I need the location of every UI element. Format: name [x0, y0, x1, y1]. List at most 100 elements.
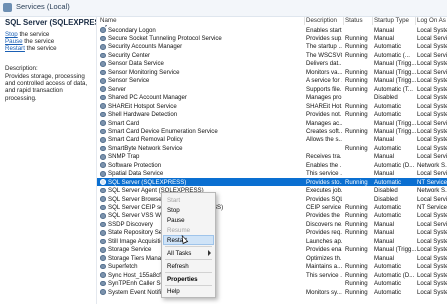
service-row[interactable]: State Repository Service Provides req... R… — [97, 229, 447, 237]
menu-item-resume[interactable]: Resume — [163, 225, 214, 235]
service-row[interactable]: Sensor Monitoring Service Monitors va... R… — [97, 68, 447, 76]
stop-service-link[interactable]: Stop — [5, 31, 18, 38]
service-row[interactable]: Security Accounts Manager The startup ...… — [97, 43, 447, 51]
service-row[interactable]: SQL Server BrowserProvides SQL...Disable… — [97, 195, 447, 203]
service-log-on-as: Local System — [417, 102, 447, 110]
service-log-on-as: NT Service\... — [417, 178, 447, 186]
selected-service-title: SQL Server (SQLEXPRESS) — [5, 18, 108, 27]
service-status: Running — [345, 288, 368, 296]
service-log-on-as: Local System — [417, 43, 447, 51]
menu-item-properties-label: Properties — [167, 275, 198, 283]
service-status: Running — [345, 271, 368, 279]
service-row[interactable]: Shared PC Account Manager Manages pro... D… — [97, 94, 447, 102]
service-row[interactable]: Smart Card Manages ac... Manual (Trigg... L… — [97, 119, 447, 127]
column-separator[interactable] — [415, 17, 416, 25]
service-description: CEIP service ... — [306, 204, 342, 212]
service-name: Security Center — [108, 51, 150, 59]
menu-item-stop[interactable]: Stop — [163, 205, 214, 215]
restart-service-link[interactable]: Restart — [5, 45, 25, 52]
service-startup-type: Manual (Trigg... — [374, 60, 416, 68]
service-log-on-as: Local System — [417, 212, 447, 220]
service-status: Running — [345, 263, 368, 271]
service-row[interactable]: Shell Hardware Detection Provides not... R… — [97, 111, 447, 119]
service-row[interactable]: SHAREit Hotspot Service SHAREit Hot...Run… — [97, 102, 447, 110]
service-row[interactable]: SynTPEnh Caller Service Running Automatic L… — [97, 280, 447, 288]
service-gear-icon — [100, 61, 106, 67]
service-log-on-as: Local System — [417, 271, 447, 279]
column-separator[interactable] — [372, 17, 373, 25]
menu-separator — [165, 259, 212, 260]
service-log-on-as: Local System — [417, 94, 447, 102]
service-name: Spatial Data Service — [108, 170, 164, 178]
service-description: Manages ac... — [306, 119, 342, 127]
service-description: Provides the ... — [306, 212, 342, 220]
service-gear-icon — [100, 196, 106, 202]
service-row[interactable]: SmartByte Network Service Running Automati… — [97, 144, 447, 152]
service-row[interactable]: Still Image Acquisition Events Launches a… — [97, 237, 447, 245]
service-name: Shell Hardware Detection — [108, 111, 178, 119]
menu-item-start[interactable]: Start — [163, 195, 214, 205]
service-status: Running — [345, 229, 368, 237]
service-gear-icon — [100, 94, 106, 101]
service-startup-type: Manual — [374, 220, 394, 228]
menu-item-pause[interactable]: Pause — [163, 215, 214, 225]
service-startup-type: Manual — [374, 229, 394, 237]
service-row-selected[interactable]: SQL Server (SQLEXPRESS) Provides sto... Ru… — [97, 178, 447, 187]
service-gear-icon — [100, 52, 106, 59]
service-gear-icon — [100, 162, 106, 169]
service-gear-icon — [100, 255, 106, 262]
pause-service-link[interactable]: Pause — [5, 38, 23, 45]
service-row[interactable]: SQL Server CEIP service (SQLEXPRESS)CEIP… — [97, 203, 447, 211]
menu-item-help[interactable]: Help — [163, 286, 214, 296]
service-status: Running — [345, 220, 368, 228]
service-row[interactable]: System Event Notification Service Monitor… — [97, 288, 447, 296]
service-gear-icon — [100, 246, 106, 253]
service-startup-type: Manual (Trigg... — [374, 246, 416, 254]
services-list: Name Description Status Startup Type Log… — [97, 17, 447, 304]
service-row[interactable]: Sensor Service A service for ...Running Ma… — [97, 77, 447, 85]
menu-item-restart[interactable]: Restart — [163, 235, 214, 245]
service-description: This service ... — [306, 271, 342, 279]
service-row[interactable]: SQL Server VSS WriterProvides the ...Run… — [97, 212, 447, 220]
menu-item-resume-label: Resume — [167, 226, 191, 234]
service-gear-icon — [100, 86, 106, 93]
column-header-name[interactable]: Name — [100, 17, 117, 24]
service-gear-icon — [100, 111, 106, 118]
service-row[interactable]: Sensor Data Service Delivers dat... Manual… — [97, 60, 447, 68]
service-gear-icon — [100, 77, 106, 84]
service-startup-type: Manual — [374, 26, 394, 34]
column-separator[interactable] — [343, 17, 344, 25]
service-row[interactable]: Software Protection Enables the ... Automa… — [97, 161, 447, 169]
service-row[interactable]: Secure Socket Tunneling Protocol Service… — [97, 34, 447, 42]
column-header-description[interactable]: Description — [306, 17, 337, 24]
column-header-status[interactable]: Status — [345, 17, 363, 24]
menu-item-refresh[interactable]: Refresh — [163, 261, 214, 271]
service-startup-type: Automatic (D... — [374, 161, 415, 169]
service-row[interactable]: SQL Server Agent (SQLEXPRESS) Executes jo… — [97, 187, 447, 195]
service-name: Smart Card Device Enumeration Service — [108, 127, 218, 135]
column-header-log-on-as[interactable]: Log On As — [417, 17, 446, 24]
service-row[interactable]: Server Supports file... Running Automatic (… — [97, 85, 447, 93]
column-header-startup-type[interactable]: Startup Type — [374, 17, 409, 24]
service-row[interactable]: Superfetch Maintains a... Running Automatic… — [97, 263, 447, 271]
service-row[interactable]: SNMP Trap Receives tra... Manual Local Serv… — [97, 153, 447, 161]
service-row[interactable]: Secondary Logon Enables start... Manual Loc… — [97, 26, 447, 34]
service-row[interactable]: Storage ServiceProvides ena...RunningMan… — [97, 246, 447, 254]
service-description: Optimizes th... — [306, 254, 342, 262]
menu-item-stop-label: Stop — [167, 206, 180, 214]
menu-item-all-tasks[interactable]: All Tasks — [163, 248, 214, 258]
service-row[interactable]: Spatial Data Service This service ... Manu… — [97, 170, 447, 178]
service-log-on-as: Local Service — [417, 220, 447, 228]
service-description: Manages pro... — [306, 94, 342, 102]
menu-item-properties[interactable]: Properties — [163, 274, 214, 284]
service-log-on-as: Local System — [417, 237, 447, 245]
service-row[interactable]: SSDP DiscoveryDiscovers ne...RunningManu… — [97, 220, 447, 228]
service-row[interactable]: Smart Card Device Enumeration Service Cre… — [97, 127, 447, 135]
service-name: Sensor Monitoring Service — [108, 68, 180, 76]
service-row[interactable]: Security Center The WSCSVC...Running Autom… — [97, 51, 447, 59]
service-log-on-as: Local Service — [417, 119, 447, 127]
service-row[interactable]: Sync Host_155a8cf This service ... Running… — [97, 271, 447, 279]
service-row[interactable]: Smart Card Removal Policy Allows the s...… — [97, 136, 447, 144]
column-separator[interactable] — [304, 17, 305, 25]
service-row[interactable]: Storage Tiers Management Optimizes th... M… — [97, 254, 447, 262]
